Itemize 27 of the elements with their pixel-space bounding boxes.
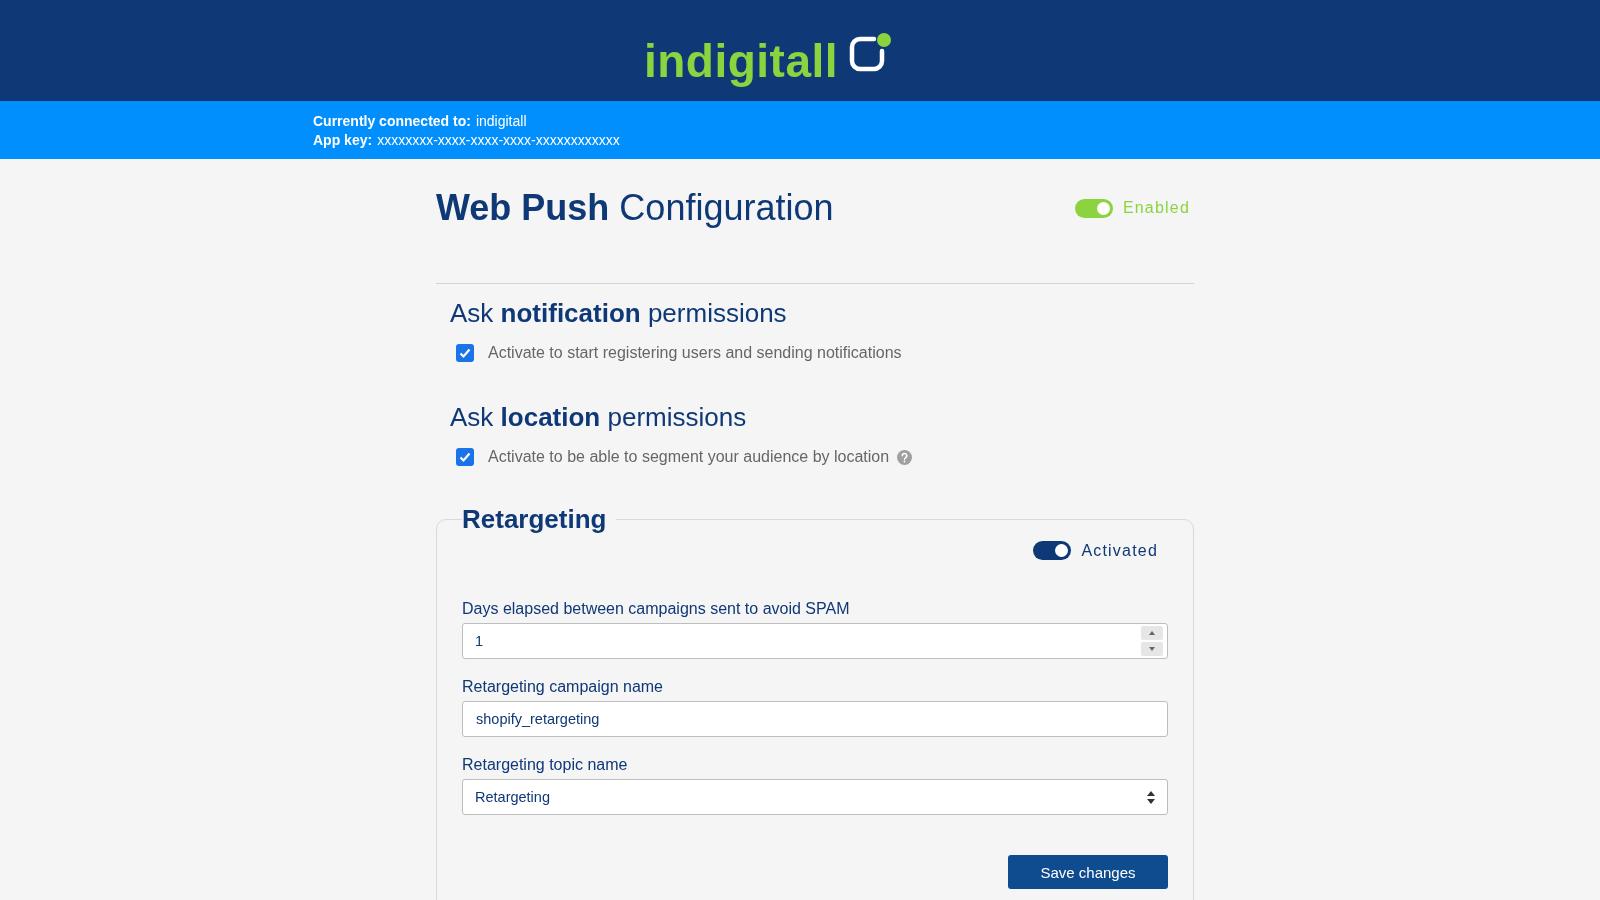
info-value: indigitall — [475, 113, 527, 129]
sort-caret-icon — [1147, 790, 1155, 804]
spinner-icon[interactable] — [1141, 626, 1163, 656]
info-value: xxxxxxxx-xxxx-xxxx-xxxx-xxxxxxxxxxxx — [377, 132, 620, 148]
page-title: Web Push Configuration — [436, 187, 834, 229]
field-label: Days elapsed between campaigns sent to avoid SPAM — [462, 600, 851, 618]
select-field[interactable]: Retargeting — [462, 779, 1168, 815]
checkbox[interactable] — [456, 448, 474, 466]
info-label: App key: — [313, 132, 373, 148]
checkbox-label: Activate to be able to segment your audience by location — [488, 448, 890, 466]
checkbox-label: Activate to start registering users and sending notifications — [488, 344, 902, 362]
toggle-label: Enabled — [1122, 199, 1190, 217]
toggle-switch[interactable] — [1074, 198, 1113, 218]
panel-title: Retargeting — [462, 504, 608, 535]
checkbox[interactable] — [456, 344, 474, 362]
save-button[interactable]: Save changes — [1008, 855, 1168, 889]
field-label: Retargeting campaign name — [462, 678, 664, 696]
section-heading: Ask location permissions — [450, 401, 748, 434]
toggle-label: Activated — [1081, 541, 1158, 560]
section-heading: Ask notification permissions — [450, 297, 788, 330]
info-label: Currently connected to: — [313, 113, 471, 129]
field-label: Retargeting topic name — [462, 756, 629, 774]
help-icon[interactable] — [897, 449, 913, 465]
text-field[interactable]: shopify_retargeting — [462, 701, 1168, 737]
number-field[interactable]: 1 — [462, 623, 1168, 659]
logo: indigitall — [643, 13, 895, 88]
toggle-switch[interactable] — [1033, 541, 1072, 560]
